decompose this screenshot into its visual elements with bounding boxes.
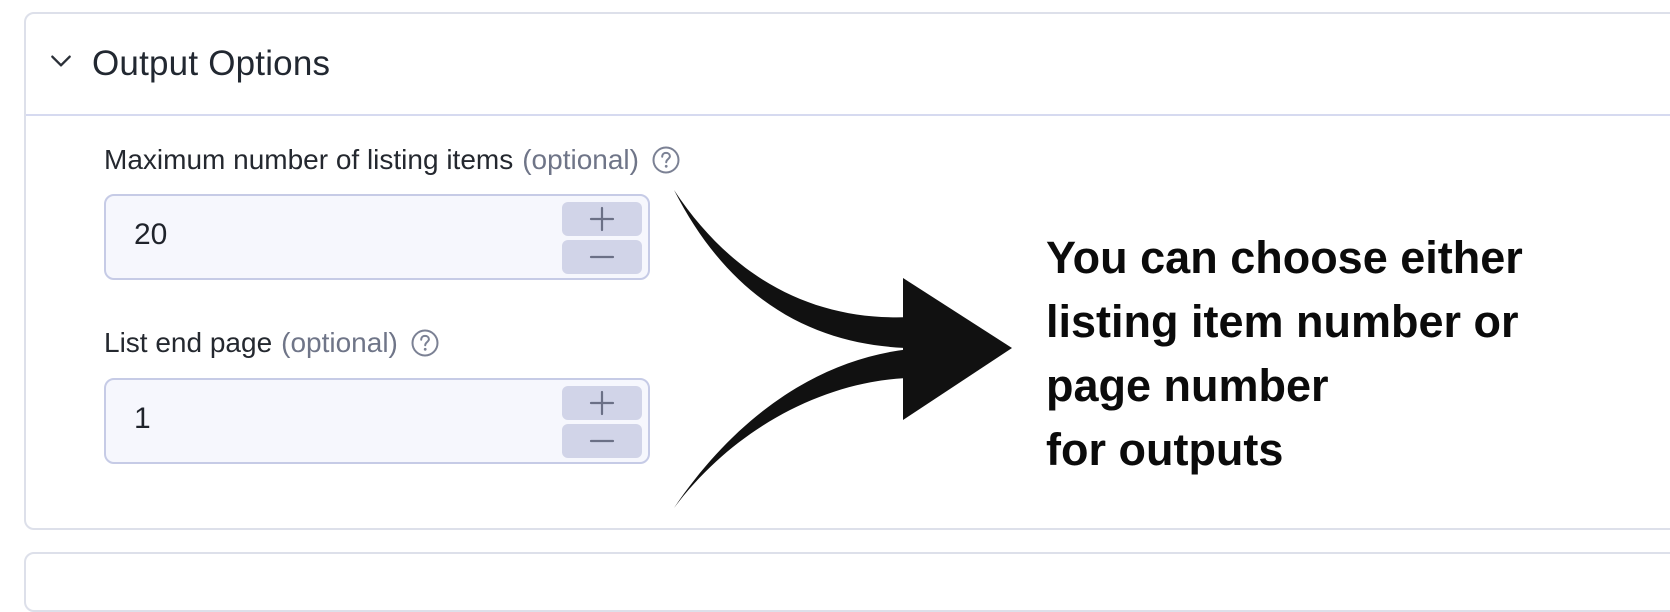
list-end-page-value[interactable]: 1 bbox=[134, 402, 151, 436]
max-items-label-text: Maximum number of listing items bbox=[104, 144, 514, 175]
section-title: Output Options bbox=[92, 44, 331, 83]
next-section-panel bbox=[24, 552, 1670, 612]
optional-tag: (optional) bbox=[522, 144, 639, 175]
callout-line: for outputs bbox=[1046, 424, 1284, 475]
max-items-label: Maximum number of listing items (optiona… bbox=[104, 144, 681, 176]
list-end-page-input[interactable]: 1 bbox=[104, 378, 650, 464]
max-items-increment-button[interactable] bbox=[562, 202, 642, 236]
callout-line: page number bbox=[1046, 360, 1329, 411]
callout-line: listing item number or bbox=[1046, 296, 1519, 347]
list-end-page-increment-button[interactable] bbox=[562, 386, 642, 420]
max-items-input[interactable]: 20 bbox=[104, 194, 650, 280]
optional-tag: (optional) bbox=[281, 327, 398, 358]
chevron-down-icon[interactable] bbox=[48, 48, 74, 74]
output-options-header[interactable]: Output Options bbox=[26, 14, 1670, 116]
max-items-value[interactable]: 20 bbox=[134, 218, 167, 252]
max-items-decrement-button[interactable] bbox=[562, 240, 642, 274]
minus-icon bbox=[589, 255, 615, 259]
minus-icon bbox=[589, 439, 615, 443]
plus-icon bbox=[589, 206, 615, 232]
help-icon[interactable] bbox=[410, 328, 440, 358]
list-end-page-label-text: List end page bbox=[104, 327, 273, 358]
list-end-page-label: List end page (optional) bbox=[104, 327, 440, 359]
callout-text: You can choose either listing item numbe… bbox=[1046, 226, 1523, 482]
list-end-page-decrement-button[interactable] bbox=[562, 424, 642, 458]
plus-icon bbox=[589, 390, 615, 416]
callout-line: You can choose either bbox=[1046, 232, 1523, 283]
help-icon[interactable] bbox=[651, 145, 681, 175]
